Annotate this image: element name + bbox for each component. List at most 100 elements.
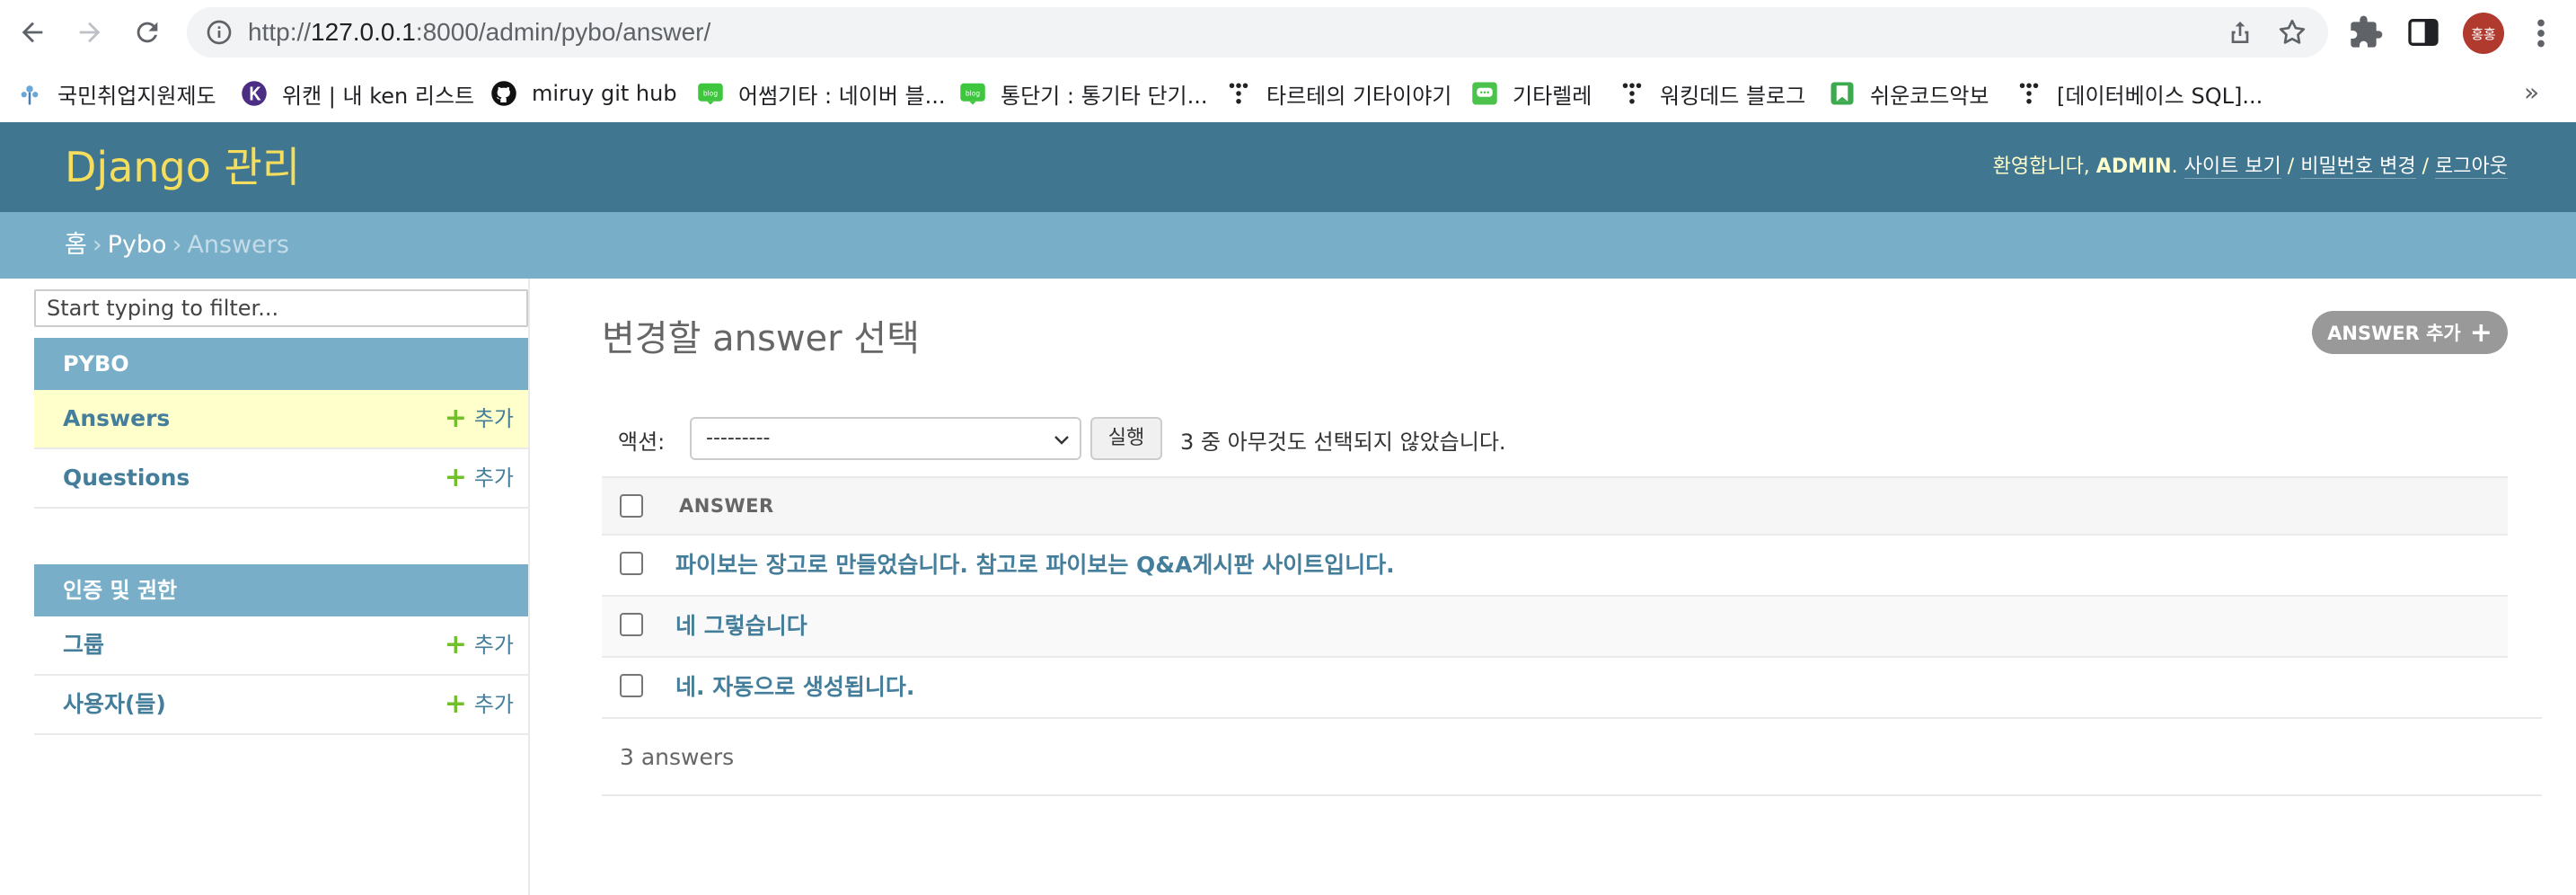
plus-icon: + bbox=[444, 629, 467, 660]
bookmark-item[interactable]: 기타렐레 bbox=[1471, 77, 1592, 110]
action-counter: 3 중 아무것도 선택되지 않았습니다. bbox=[1180, 430, 1506, 455]
breadcrumb-app[interactable]: Pybo bbox=[108, 231, 167, 259]
extensions-icon[interactable] bbox=[2348, 14, 2384, 50]
result-count: 3 answers bbox=[620, 744, 735, 770]
chat-icon bbox=[1471, 80, 1498, 107]
separator: / bbox=[2280, 155, 2301, 178]
answer-link[interactable]: 네. 자동으로 생성됩니다. bbox=[675, 658, 914, 717]
naver-blog-icon: blog bbox=[697, 80, 724, 107]
breadcrumb-separator: › bbox=[172, 231, 182, 259]
plus-icon: + bbox=[2469, 316, 2492, 349]
bookmark-label: 통단기 : 통기타 단기... bbox=[1001, 83, 1208, 109]
select-all-checkbox[interactable] bbox=[620, 494, 643, 518]
tistory-icon bbox=[2016, 80, 2042, 107]
bookmark-label: 위캔 | 내 ken 리스트 bbox=[282, 83, 475, 109]
add-user-link[interactable]: + 추가 bbox=[445, 676, 514, 733]
model-link-groups[interactable]: 그룹 bbox=[63, 616, 104, 674]
table-row: 파이보는 장고로 만들었습니다. 참고로 파이보는 Q&A게시판 사이트입니다. bbox=[602, 536, 2508, 597]
module-caption-pybo[interactable]: PYBO bbox=[34, 338, 528, 390]
table-row: 네 그렇습니다 bbox=[602, 597, 2508, 658]
run-action-button[interactable]: 실행 bbox=[1090, 417, 1162, 460]
logout-link[interactable]: 로그아웃 bbox=[2435, 155, 2508, 179]
address-bar[interactable]: http://127.0.0.1:8000/admin/pybo/answer/ bbox=[187, 7, 2328, 58]
bookmark-label: 타르테의 기타이야기 bbox=[1266, 83, 1452, 109]
side-panel-icon[interactable] bbox=[2405, 14, 2441, 50]
plus-icon: + bbox=[444, 403, 467, 434]
breadcrumb-current: Answers bbox=[187, 231, 289, 259]
back-button[interactable] bbox=[13, 13, 52, 52]
add-group-link[interactable]: + 추가 bbox=[445, 616, 514, 674]
url-text[interactable]: http://127.0.0.1:8000/admin/pybo/answer/ bbox=[248, 7, 710, 58]
answer-link[interactable]: 네 그렇습니다 bbox=[675, 597, 807, 656]
add-answer-link[interactable]: + 추가 bbox=[445, 390, 514, 448]
nav-filter-input[interactable]: Start typing to filter... bbox=[34, 289, 528, 327]
reload-button[interactable] bbox=[128, 13, 167, 52]
column-header-answer[interactable]: ANSWER bbox=[679, 478, 774, 534]
row-checkbox[interactable] bbox=[620, 552, 643, 575]
page-title: 변경할 answer 선택 bbox=[602, 318, 920, 359]
row-checkbox[interactable] bbox=[620, 613, 643, 636]
model-link-users[interactable]: 사용자(들) bbox=[63, 676, 166, 733]
share-icon[interactable] bbox=[2226, 18, 2254, 47]
sidebar-item-groups: 그룹 + 추가 bbox=[34, 616, 528, 676]
bookmark-item[interactable]: 타르테의 기타이야기 bbox=[1225, 77, 1451, 110]
info-icon[interactable] bbox=[205, 18, 234, 47]
bookmark-item[interactable]: 쉬운코드악보 bbox=[1829, 77, 1989, 110]
bookmark-item[interactable]: blog 어썸기타 : 네이버 블... bbox=[697, 77, 946, 110]
bookmark-label: 워킹데드 블로그 bbox=[1660, 83, 1806, 109]
add-label: 추가 bbox=[473, 465, 514, 491]
svg-text:blog: blog bbox=[703, 90, 718, 98]
bookmark-label: 쉬운코드악보 bbox=[1870, 83, 1989, 109]
more-menu-icon[interactable] bbox=[2526, 13, 2556, 54]
welcome-text: 환영합니다, bbox=[1992, 155, 2096, 178]
change-password-link[interactable]: 비밀번호 변경 bbox=[2300, 155, 2416, 179]
add-question-link[interactable]: + 추가 bbox=[445, 449, 514, 507]
bookmark-label: 국민취업지원제도 bbox=[57, 83, 216, 109]
actions-label: 액션: bbox=[618, 430, 666, 455]
bookmark-label: 어썸기타 : 네이버 블... bbox=[738, 83, 946, 109]
breadcrumb-separator: › bbox=[92, 231, 102, 259]
sidebar-item-users: 사용자(들) + 추가 bbox=[34, 676, 528, 735]
arrow-left-icon bbox=[22, 22, 43, 43]
url-host: 127.0.0.1 bbox=[311, 18, 416, 46]
bookmark-item[interactable]: 국민취업지원제도 bbox=[16, 77, 216, 110]
bookmarks-bar: 국민취업지원제도 위캔 | 내 ken 리스트 miruy git hub bl… bbox=[0, 66, 2576, 122]
bookmarks-overflow-button[interactable]: » bbox=[2524, 77, 2539, 107]
view-site-link[interactable]: 사이트 보기 bbox=[2183, 155, 2281, 179]
action-select-value: --------- bbox=[706, 427, 771, 449]
add-label: 추가 bbox=[473, 633, 514, 658]
table-row: 네. 자동으로 생성됩니다. bbox=[602, 658, 2508, 719]
naver-blog-icon: blog bbox=[959, 80, 986, 107]
nav-sidebar: Start typing to filter... PYBO Answers +… bbox=[0, 279, 530, 895]
breadcrumb: 홈 › Pybo › Answers bbox=[0, 212, 2576, 279]
github-icon bbox=[490, 80, 517, 107]
chevron-down-icon bbox=[1054, 436, 1069, 445]
k-letter-icon bbox=[241, 80, 268, 107]
action-select[interactable]: --------- bbox=[690, 417, 1081, 460]
profile-avatar[interactable]: 홍홍 bbox=[2463, 13, 2504, 54]
add-answer-button[interactable]: ANSWER 추가 + bbox=[2312, 311, 2508, 354]
user-tools: 환영합니다, ADMIN. 사이트 보기 / 비밀번호 변경 / 로그아웃 bbox=[1993, 122, 2508, 212]
svg-text:blog: blog bbox=[966, 90, 980, 98]
breadcrumb-home[interactable]: 홈 bbox=[65, 231, 87, 259]
url-prefix: http:// bbox=[248, 18, 312, 46]
row-checkbox[interactable] bbox=[620, 674, 643, 697]
bookmark-item[interactable]: [데이터베이스 SQL]... bbox=[2016, 77, 2263, 110]
model-link-answers[interactable]: Answers bbox=[63, 390, 170, 448]
welcome-punct: . bbox=[2171, 155, 2184, 178]
tistory-icon bbox=[1225, 80, 1252, 107]
bookmark-item[interactable]: 위캔 | 내 ken 리스트 bbox=[241, 77, 474, 110]
star-icon[interactable] bbox=[2276, 16, 2308, 49]
plus-icon: + bbox=[444, 462, 467, 493]
paginator: 3 answers bbox=[602, 717, 2542, 796]
bookmark-item[interactable]: blog 통단기 : 통기타 단기... bbox=[959, 77, 1208, 110]
model-link-questions[interactable]: Questions bbox=[63, 449, 190, 507]
answer-link[interactable]: 파이보는 장고로 만들었습니다. 참고로 파이보는 Q&A게시판 사이트입니다. bbox=[675, 536, 1395, 595]
site-branding[interactable]: Django 관리 bbox=[65, 122, 300, 212]
forward-button[interactable] bbox=[70, 13, 110, 52]
plus-icon: + bbox=[444, 688, 467, 720]
browser-toolbar: http://127.0.0.1:8000/admin/pybo/answer/… bbox=[0, 0, 2576, 66]
bookmark-item[interactable]: 워킹데드 블로그 bbox=[1619, 77, 1805, 110]
bookmark-item[interactable]: miruy git hub bbox=[490, 77, 677, 110]
module-caption-auth[interactable]: 인증 및 권한 bbox=[34, 564, 528, 616]
